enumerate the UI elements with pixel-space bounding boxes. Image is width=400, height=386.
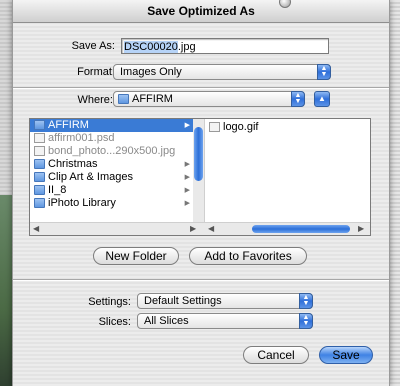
format-popup-value: Images Only xyxy=(120,66,182,78)
browser-column-2: logo.gif xyxy=(205,119,370,223)
updown-arrows-icon: ▲ ▼ xyxy=(299,313,313,329)
new-folder-button[interactable]: New Folder xyxy=(93,247,179,265)
slices-popup-value: All Slices xyxy=(144,315,189,327)
save-as-extension-text: .jpg xyxy=(177,41,196,53)
list-item-label: Clip Art & Images xyxy=(48,171,133,183)
list-item[interactable]: Christmas ▶ xyxy=(30,158,204,171)
where-label: Where: xyxy=(77,94,113,106)
scroll-right-icon[interactable]: ▶ xyxy=(358,224,364,233)
folder-icon xyxy=(34,120,45,130)
list-item-label: II_8 xyxy=(48,184,67,196)
list-item-label: Christmas xyxy=(48,158,98,170)
where-popup-value: AFFIRM xyxy=(132,93,173,105)
updown-arrows-icon: ▲ ▼ xyxy=(299,293,313,309)
vertical-scrollbar[interactable] xyxy=(193,119,204,223)
scroll-right-icon[interactable]: ▶ xyxy=(190,224,196,233)
disclosure-arrow-icon: ▶ xyxy=(184,122,190,129)
horizontal-scroll-thumb[interactable] xyxy=(252,225,350,233)
window-title: Save Optimized As xyxy=(13,0,389,23)
save-button[interactable]: Save xyxy=(319,346,373,364)
vertical-scroll-thumb[interactable] xyxy=(194,127,203,181)
list-item[interactable]: AFFIRM ▶ xyxy=(30,119,204,132)
scroll-left-icon[interactable]: ◀ xyxy=(208,224,214,233)
divider-top xyxy=(13,87,389,89)
settings-popup[interactable]: Default Settings ▲ ▼ xyxy=(137,293,313,309)
cancel-button[interactable]: Cancel xyxy=(243,346,309,364)
list-item[interactable]: logo.gif xyxy=(205,121,370,134)
file-icon xyxy=(34,133,45,143)
slices-label: Slices: xyxy=(98,316,131,328)
list-item-label: iPhoto Library xyxy=(48,197,116,209)
settings-popup-value: Default Settings xyxy=(144,295,222,307)
format-popup[interactable]: Images Only ▲ ▼ xyxy=(113,64,331,80)
format-label: Format: xyxy=(77,66,115,78)
disclosure-arrow-icon: ▶ xyxy=(184,187,190,194)
expand-collapse-button[interactable]: ▲ xyxy=(314,91,330,107)
list-item-label: bond_photo...290x500.jpg xyxy=(48,145,176,157)
where-popup[interactable]: AFFIRM ▲ ▼ xyxy=(113,91,305,107)
add-to-favorites-button[interactable]: Add to Favorites xyxy=(189,247,307,265)
gif-file-icon xyxy=(209,122,220,132)
list-item[interactable]: Clip Art & Images ▶ xyxy=(30,171,204,184)
list-item[interactable]: affirm001.psd xyxy=(30,132,204,145)
updown-arrows-icon: ▲ ▼ xyxy=(317,64,331,80)
save-sheet: Save Optimized As Save As: DSC00020.jpg … xyxy=(12,0,390,386)
horizontal-scrollbar[interactable]: ◀ ▶ ◀ ▶ xyxy=(30,222,370,235)
folder-icon xyxy=(34,185,45,195)
scroll-left-icon[interactable]: ◀ xyxy=(33,224,39,233)
browser-column-1: AFFIRM ▶ affirm001.psd bond_photo...290x… xyxy=(30,119,205,223)
file-browser[interactable]: AFFIRM ▶ affirm001.psd bond_photo...290x… xyxy=(29,118,371,236)
list-item[interactable]: bond_photo...290x500.jpg xyxy=(30,145,204,158)
folder-icon xyxy=(34,159,45,169)
list-item-label: AFFIRM xyxy=(48,119,89,131)
list-item[interactable]: iPhoto Library ▶ xyxy=(30,197,204,210)
folder-icon xyxy=(118,94,129,104)
folder-icon xyxy=(34,172,45,182)
save-as-selected-text: DSC00020 xyxy=(124,41,178,53)
slices-popup[interactable]: All Slices ▲ ▼ xyxy=(137,313,313,329)
file-icon xyxy=(34,146,45,156)
list-item-label: logo.gif xyxy=(223,121,259,133)
disclosure-arrow-icon: ▶ xyxy=(184,161,190,168)
updown-arrows-icon: ▲ ▼ xyxy=(291,91,305,107)
list-item-label: affirm001.psd xyxy=(48,132,115,144)
triangle-up-icon: ▲ xyxy=(318,94,326,103)
list-item[interactable]: II_8 ▶ xyxy=(30,184,204,197)
folder-icon xyxy=(34,198,45,208)
settings-label: Settings: xyxy=(88,296,131,308)
disclosure-arrow-icon: ▶ xyxy=(184,174,190,181)
save-as-label: Save As: xyxy=(71,40,115,52)
disclosure-arrow-icon: ▶ xyxy=(184,200,190,207)
save-as-input[interactable]: DSC00020.jpg xyxy=(121,38,329,54)
divider-bottom xyxy=(13,279,389,281)
